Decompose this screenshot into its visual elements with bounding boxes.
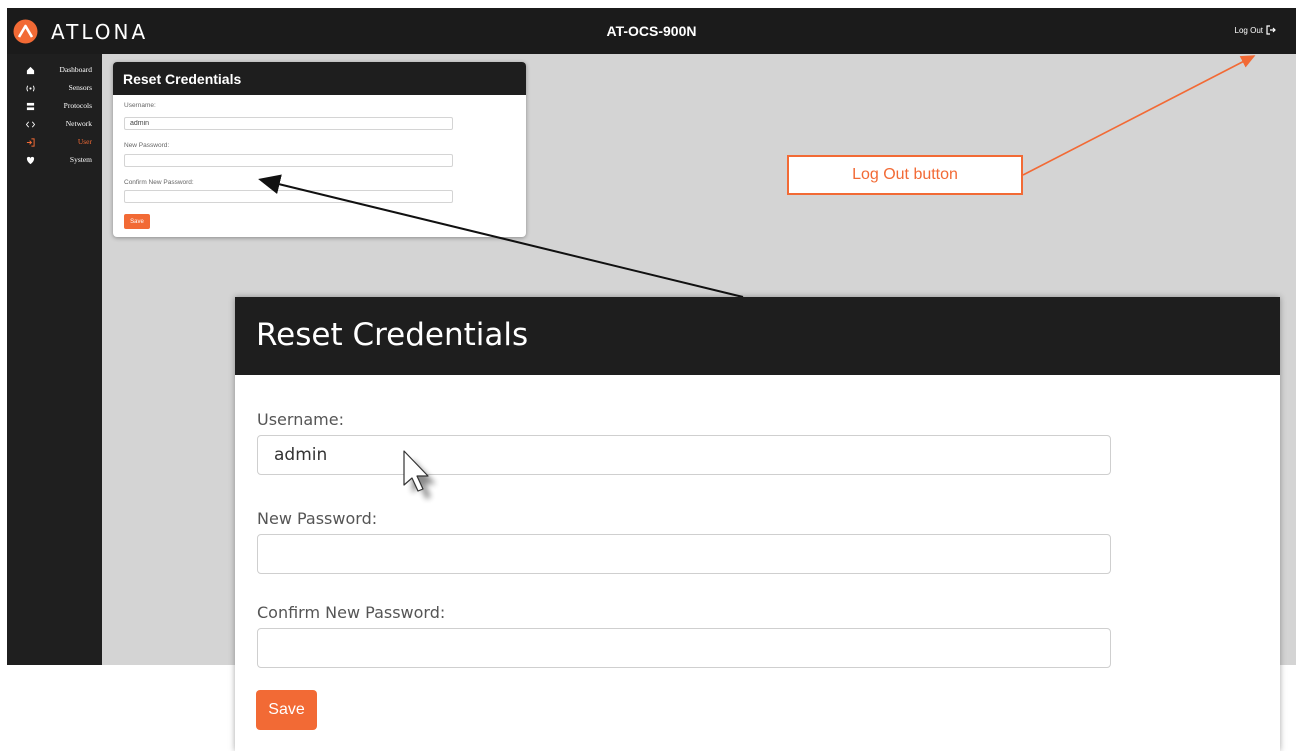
sidebar-item-sensors[interactable]: Sensors	[7, 80, 102, 98]
logout-icon	[1266, 25, 1276, 35]
sidebar-item-label: Protocols	[63, 101, 92, 110]
save-button[interactable]: Save	[124, 214, 150, 229]
mouse-cursor-icon	[403, 450, 436, 499]
zoomed-new-password-label: New Password:	[257, 509, 378, 528]
card-title: Reset Credentials	[113, 62, 526, 95]
reset-credentials-card: Reset Credentials Username: New Password…	[113, 62, 526, 237]
sidebar-item-protocols[interactable]: Protocols	[7, 98, 102, 116]
sidebar-item-label: Network	[65, 119, 92, 128]
confirm-password-label: Confirm New Password:	[124, 179, 194, 186]
username-label: Username:	[124, 102, 156, 109]
new-password-input[interactable]	[124, 154, 453, 167]
zoomed-save-button[interactable]: Save	[256, 690, 317, 730]
new-password-label: New Password:	[124, 142, 170, 149]
sidebar-item-label: User	[77, 137, 92, 146]
device-name: AT-OCS-900N	[606, 23, 697, 39]
logout-label: Log Out	[1234, 25, 1263, 35]
sidebar-item-user[interactable]: User	[7, 134, 102, 152]
zoomed-new-password-input[interactable]	[257, 534, 1111, 574]
home-icon	[25, 65, 35, 75]
username-input[interactable]	[124, 117, 453, 130]
sensor-icon	[25, 83, 35, 93]
logout-button[interactable]: Log Out	[1235, 25, 1276, 35]
protocols-icon	[25, 101, 35, 111]
top-bar: ATLONA AT-OCS-900N Log Out	[7, 8, 1296, 54]
sidebar-item-network[interactable]: Network	[7, 116, 102, 134]
zoomed-card-title: Reset Credentials	[235, 297, 1280, 375]
login-icon	[25, 137, 35, 147]
sidebar-item-label: Dashboard	[59, 65, 93, 74]
sidebar-item-dashboard[interactable]: Dashboard	[7, 62, 102, 80]
sidebar-item-system[interactable]: System	[7, 152, 102, 170]
sidebar: Dashboard Sensors Protocols Network User	[7, 54, 102, 665]
sidebar-item-label: Sensors	[68, 83, 92, 92]
zoomed-reset-credentials-card: Reset Credentials Username: New Password…	[235, 297, 1280, 751]
zoomed-username-input[interactable]	[257, 435, 1111, 475]
logout-callout: Log Out button	[787, 155, 1023, 195]
network-icon	[25, 119, 35, 129]
sidebar-item-label: System	[69, 155, 92, 164]
zoomed-username-label: Username:	[257, 410, 344, 429]
zoomed-confirm-password-label: Confirm New Password:	[257, 603, 446, 622]
system-icon	[25, 155, 35, 165]
zoomed-confirm-password-input[interactable]	[257, 628, 1111, 668]
confirm-password-input[interactable]	[124, 190, 453, 203]
